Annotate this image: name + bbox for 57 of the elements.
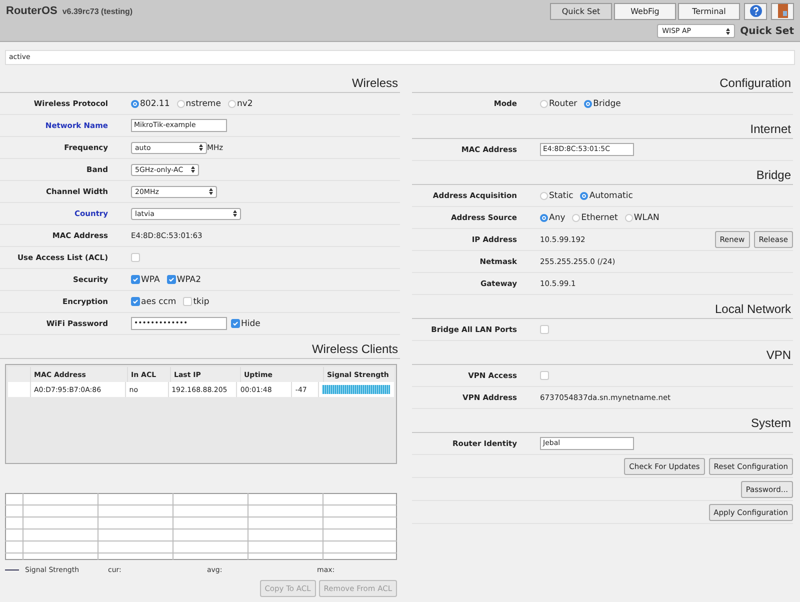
option-label: nv2 — [236, 98, 253, 108]
radio-button[interactable] — [176, 100, 185, 108]
brand-title: RouterOS — [6, 5, 58, 17]
section-heading: Wireless Clients — [0, 335, 400, 359]
option-label: Any — [549, 212, 566, 222]
option-label: tkip — [193, 296, 210, 306]
radio-button[interactable] — [584, 100, 592, 108]
updown-arrows-icon — [209, 188, 213, 195]
checkbox[interactable] — [131, 275, 140, 284]
door-icon — [778, 4, 788, 18]
option-label: 802.11 — [140, 98, 170, 108]
checkbox[interactable] — [166, 275, 176, 284]
page-title: Quick Set — [740, 26, 794, 36]
updown-arrows-icon — [233, 210, 237, 217]
section-heading: Bridge — [412, 161, 793, 185]
nav-tab[interactable]: Terminal — [678, 2, 740, 20]
version-label: v6.39rc73 (testing) — [62, 6, 133, 16]
section-heading: System — [412, 409, 793, 433]
section-heading: Configuration — [412, 69, 793, 93]
section-heading: Wireless — [0, 69, 400, 93]
radio-button[interactable] — [228, 100, 236, 108]
checkbox[interactable] — [131, 253, 140, 262]
option-label: nstreme — [186, 98, 221, 108]
nav-tab[interactable]: Quick Set — [550, 2, 612, 20]
checkbox[interactable] — [131, 297, 140, 306]
option-label: WPA2 — [176, 274, 202, 284]
checkbox[interactable] — [231, 319, 240, 328]
checkbox[interactable] — [540, 371, 549, 380]
option-label: Hide — [241, 318, 260, 328]
radio-button[interactable] — [572, 214, 580, 222]
help-button[interactable] — [744, 2, 767, 20]
option-label: Router — [549, 98, 578, 108]
option-label: aes ccm — [141, 296, 176, 306]
option-label: WPA — [141, 274, 160, 284]
option-label: Static — [549, 190, 574, 200]
option-label: Automatic — [589, 190, 633, 200]
option-label: Bridge — [593, 98, 621, 108]
radio-button[interactable] — [540, 100, 548, 108]
option-label: WLAN — [634, 212, 660, 222]
updown-arrows-icon — [191, 166, 195, 173]
radio-button[interactable] — [131, 100, 139, 108]
section-heading: Internet — [412, 115, 793, 139]
logout-button[interactable] — [771, 2, 794, 20]
help-icon — [750, 5, 762, 17]
nav-tab[interactable]: WebFig — [614, 2, 676, 20]
updown-arrows-icon — [199, 144, 203, 151]
radio-button[interactable] — [540, 192, 548, 200]
section-heading: VPN — [412, 341, 793, 365]
radio-button[interactable] — [624, 214, 633, 222]
checkbox[interactable] — [540, 325, 549, 334]
section-heading: Local Network — [412, 295, 793, 319]
radio-button[interactable] — [580, 192, 588, 200]
updown-arrows-icon — [726, 28, 730, 34]
option-label: Ethernet — [581, 212, 618, 222]
legend-line-icon — [5, 569, 19, 571]
checkbox[interactable] — [183, 297, 192, 306]
radio-button[interactable] — [540, 214, 548, 222]
